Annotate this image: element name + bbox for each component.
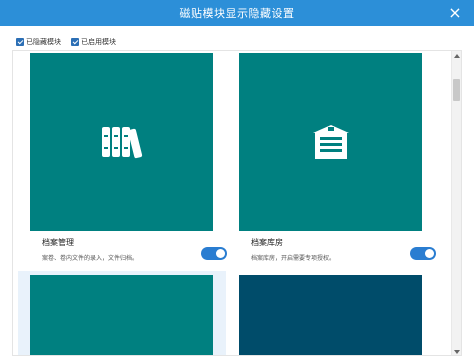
- enabled-modules-checkbox[interactable]: [71, 38, 79, 46]
- scroll-thumb[interactable]: [453, 79, 460, 101]
- filter-enabled-modules[interactable]: 已启用模块: [71, 37, 116, 47]
- dialog-titlebar: 磁贴模块显示隐藏设置 ×: [0, 0, 474, 26]
- module-card-archive-storage[interactable]: 档案库房 档案库房，开启需要专项授权。: [239, 53, 439, 271]
- module-card[interactable]: [18, 271, 226, 355]
- settings-dialog: 磁贴模块显示隐藏设置 × 已隐藏模块 已启用模块 档案管理 案卷、卷内文件的录入…: [0, 0, 474, 356]
- module-card[interactable]: [239, 271, 439, 355]
- module-card-archive-management[interactable]: 档案管理 案卷、卷内文件的录入，文件归档。: [30, 53, 230, 271]
- module-name: 档案管理: [42, 238, 74, 247]
- module-tile[interactable]: [239, 275, 422, 355]
- module-name: 档案库房: [251, 238, 283, 247]
- close-button[interactable]: ×: [446, 4, 464, 22]
- module-description: 案卷、卷内文件的录入，文件归档。: [42, 255, 139, 262]
- toggle-knob: [425, 249, 434, 258]
- dialog-title: 磁贴模块显示隐藏设置: [179, 7, 295, 20]
- module-enabled-toggle[interactable]: [201, 247, 227, 260]
- module-tile[interactable]: [30, 53, 213, 231]
- enabled-modules-label: 已启用模块: [81, 38, 116, 46]
- module-tile[interactable]: [30, 275, 213, 355]
- filter-hidden-modules[interactable]: 已隐藏模块: [16, 37, 61, 47]
- hidden-modules-checkbox[interactable]: [16, 38, 24, 46]
- module-description: 档案库房，开启需要专项授权。: [251, 255, 336, 262]
- module-tile[interactable]: [239, 53, 422, 231]
- hidden-modules-label: 已隐藏模块: [26, 38, 61, 46]
- filter-bar: 已隐藏模块 已启用模块: [16, 36, 116, 48]
- scroll-up-arrow-icon[interactable]: [454, 54, 460, 58]
- module-list-panel: 档案管理 案卷、卷内文件的录入，文件归档。 档案库房 档案库房，开启需要专项授权…: [12, 50, 462, 356]
- vertical-scrollbar[interactable]: [451, 51, 461, 355]
- scroll-down-arrow-icon[interactable]: [454, 350, 460, 354]
- toggle-knob: [216, 249, 225, 258]
- archive-books-icon: [102, 127, 143, 159]
- archive-storage-icon: [313, 125, 349, 159]
- module-enabled-toggle[interactable]: [410, 247, 436, 260]
